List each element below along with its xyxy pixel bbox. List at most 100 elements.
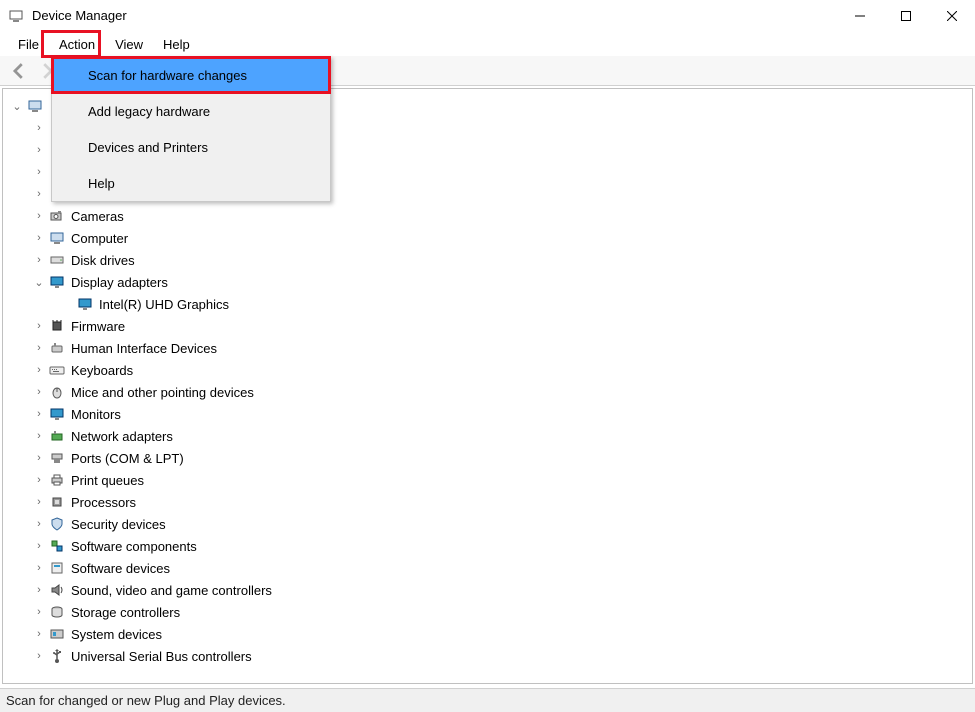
tree-item-ports[interactable]: › Ports (COM & LPT) [3, 447, 972, 469]
tree-item-system[interactable]: ›System devices [3, 623, 972, 645]
menu-view[interactable]: View [105, 32, 153, 56]
cpu-icon [49, 494, 65, 510]
expander-icon[interactable]: › [33, 562, 45, 574]
monitor-icon [49, 406, 65, 422]
port-icon [49, 450, 65, 466]
expander-icon[interactable]: › [33, 320, 45, 332]
tree-item-label: Keyboards [71, 363, 133, 378]
tree-item-disk[interactable]: › Disk drives [3, 249, 972, 271]
security-icon [49, 516, 65, 532]
tree-item-label: Computer [71, 231, 128, 246]
menu-help[interactable]: Help [153, 32, 200, 56]
expander-icon[interactable]: › [33, 606, 45, 618]
titlebar: Device Manager [0, 0, 975, 32]
tree-item-cameras[interactable]: › Cameras [3, 205, 972, 227]
tree-item-label: Cameras [71, 209, 124, 224]
expander-icon[interactable]: › [33, 232, 45, 244]
tree-item-swcomp[interactable]: › Software components [3, 535, 972, 557]
chip-icon [49, 318, 65, 334]
tree-item-firmware[interactable]: ›Firmware [3, 315, 972, 337]
tree-item-label: Software components [71, 539, 197, 554]
tree-item-security[interactable]: › Security devices [3, 513, 972, 535]
tree-item-keyboards[interactable]: › Keyboards [3, 359, 972, 381]
menu-item-help[interactable]: Help [52, 165, 330, 201]
menu-item-label: Scan for hardware changes [88, 68, 247, 83]
camera-icon [49, 208, 65, 224]
expander-icon[interactable]: › [33, 144, 45, 156]
keyboard-icon [49, 362, 65, 378]
expander-icon[interactable]: › [33, 540, 45, 552]
statusbar-text: Scan for changed or new Plug and Play de… [6, 693, 286, 708]
tree-item-label: Intel(R) UHD Graphics [99, 297, 229, 312]
tree-item-label: Network adapters [71, 429, 173, 444]
mouse-icon [49, 384, 65, 400]
display-icon [49, 274, 65, 290]
tree-item-label: Storage controllers [71, 605, 180, 620]
statusbar: Scan for changed or new Plug and Play de… [0, 688, 975, 712]
system-icon [49, 626, 65, 642]
expander-icon[interactable]: › [33, 188, 45, 200]
tree-item-printq[interactable]: ›Print queues [3, 469, 972, 491]
expander-icon[interactable]: › [33, 496, 45, 508]
component-icon [49, 538, 65, 554]
menu-item-add-legacy[interactable]: Add legacy hardware [52, 93, 330, 129]
tree-item-label: Universal Serial Bus controllers [71, 649, 252, 664]
network-icon [49, 428, 65, 444]
tree-item-intel-uhd[interactable]: Intel(R) UHD Graphics [3, 293, 972, 315]
expander-icon[interactable]: › [33, 166, 45, 178]
expander-icon[interactable]: › [33, 584, 45, 596]
tree-item-storage[interactable]: › Storage controllers [3, 601, 972, 623]
tree-item-processors[interactable]: ›Processors [3, 491, 972, 513]
expander-icon[interactable]: › [33, 342, 45, 354]
tree-item-label: Mice and other pointing devices [71, 385, 254, 400]
tree-item-label: Ports (COM & LPT) [71, 451, 184, 466]
menu-action[interactable]: Action [49, 32, 105, 56]
expander-icon[interactable]: › [33, 364, 45, 376]
expander-icon[interactable]: › [33, 518, 45, 530]
expander-icon[interactable]: › [33, 430, 45, 442]
tree-item-display-adapters[interactable]: ⌄Display adapters [3, 271, 972, 293]
tree-item-hid[interactable]: › Human Interface Devices [3, 337, 972, 359]
expander-icon[interactable]: ⌄ [11, 100, 23, 113]
tree-item-label: Software devices [71, 561, 170, 576]
tree-item-mice[interactable]: › Mice and other pointing devices [3, 381, 972, 403]
expander-icon[interactable]: › [33, 474, 45, 486]
close-button[interactable] [929, 0, 975, 32]
tree-item-computer[interactable]: › Computer [3, 227, 972, 249]
tree-item-label: Human Interface Devices [71, 341, 217, 356]
expander-icon[interactable]: › [33, 122, 45, 134]
expander-icon[interactable]: › [33, 210, 45, 222]
maximize-button[interactable] [883, 0, 929, 32]
expander-icon[interactable]: › [33, 386, 45, 398]
menu-item-devices-printers[interactable]: Devices and Printers [52, 129, 330, 165]
menu-file[interactable]: File [8, 32, 49, 56]
back-button[interactable] [8, 60, 30, 82]
expander-icon[interactable]: › [33, 650, 45, 662]
window-title: Device Manager [32, 8, 127, 23]
storage-icon [49, 604, 65, 620]
tree-item-swdev[interactable]: › Software devices [3, 557, 972, 579]
display-icon [77, 296, 93, 312]
expander-icon[interactable]: ⌄ [33, 276, 45, 289]
tree-item-sound[interactable]: ›Sound, video and game controllers [3, 579, 972, 601]
expander-icon[interactable]: › [33, 452, 45, 464]
tree-item-usb[interactable]: › Universal Serial Bus controllers [3, 645, 972, 667]
usb-icon [49, 648, 65, 664]
tree-item-label: Disk drives [71, 253, 135, 268]
expander-icon[interactable]: › [33, 254, 45, 266]
expander-icon[interactable]: › [33, 628, 45, 640]
menu-item-label: Add legacy hardware [88, 104, 210, 119]
menu-item-label: Help [88, 176, 115, 191]
menu-item-label: Devices and Printers [88, 140, 208, 155]
expander-icon[interactable]: › [33, 408, 45, 420]
hid-icon [49, 340, 65, 356]
action-dropdown: Scan for hardware changes Add legacy har… [51, 56, 331, 202]
app-icon [8, 8, 24, 24]
computer-icon [27, 98, 43, 114]
menubar: File Action View Help [0, 32, 975, 56]
tree-item-monitors[interactable]: ›Monitors [3, 403, 972, 425]
minimize-button[interactable] [837, 0, 883, 32]
tree-item-label: Security devices [71, 517, 166, 532]
menu-item-scan-hardware[interactable]: Scan for hardware changes [52, 57, 330, 93]
tree-item-network[interactable]: › Network adapters [3, 425, 972, 447]
